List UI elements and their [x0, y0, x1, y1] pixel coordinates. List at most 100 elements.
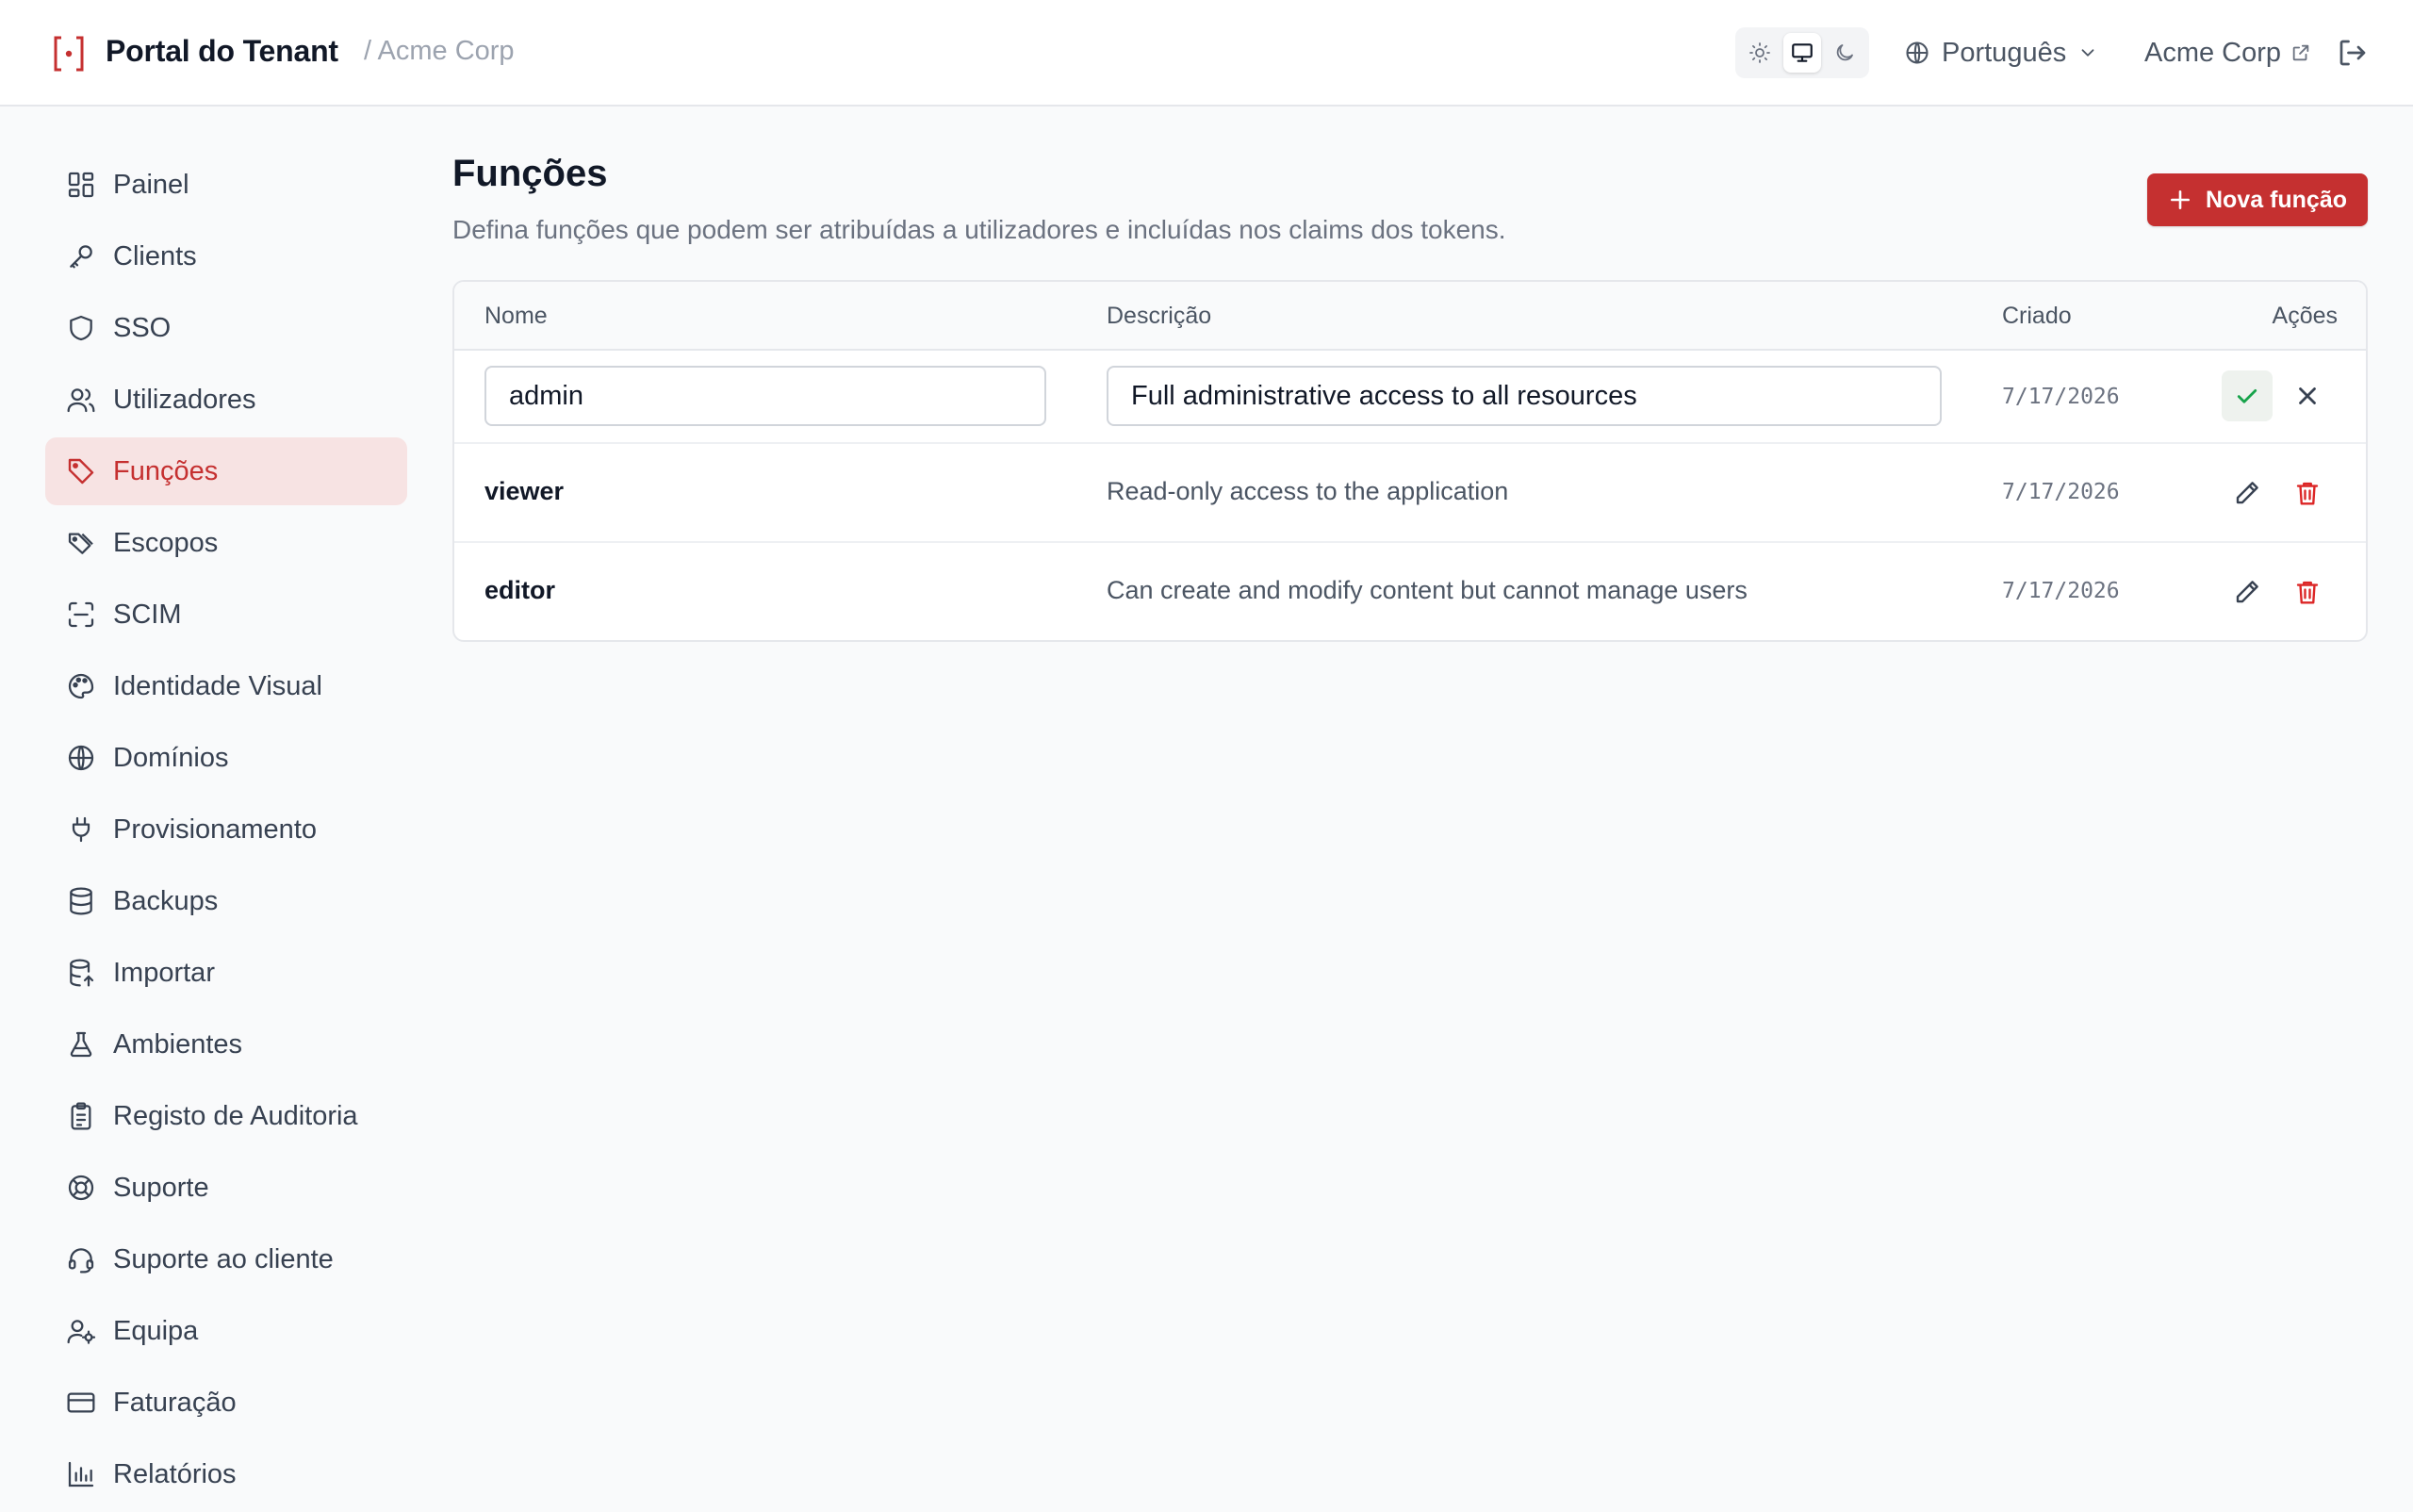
cancel-edit-button[interactable] [2282, 370, 2333, 421]
tags-icon [68, 533, 93, 554]
column-header-name: Nome [484, 303, 548, 329]
tag-icon [68, 458, 94, 485]
role-name-input[interactable] [484, 366, 1046, 426]
sidebar-item-label: Provisionamento [113, 814, 317, 845]
sidebar-item-suporte[interactable]: Suporte [45, 1154, 407, 1222]
new-role-button[interactable]: Nova função [2147, 173, 2368, 226]
database-icon [70, 887, 92, 915]
language-label: Português [1942, 37, 2067, 68]
monitor-icon [1792, 43, 1813, 62]
bar-chart-icon [68, 1461, 94, 1487]
key-icon [70, 245, 92, 269]
sidebar-item-label: Painel [113, 169, 189, 200]
user-cog-icon [67, 1320, 96, 1344]
delete-role-button[interactable] [2282, 567, 2333, 617]
sidebar-item-registo-de-auditoria[interactable]: Registo de Auditoria [45, 1082, 407, 1150]
theme-light-button[interactable] [1741, 33, 1779, 73]
created-date: 7/17/2026 [2002, 385, 2120, 409]
plug-icon [72, 816, 90, 843]
sidebar-item-label: Suporte ao cliente [113, 1243, 334, 1274]
sidebar-item-clients[interactable]: Clients [45, 222, 407, 290]
column-header-description: Descrição [1107, 303, 1212, 329]
sidebar-item-label: SSO [113, 312, 172, 343]
role-description: Can create and modify content but cannot… [1107, 576, 1748, 604]
sidebar-item-label: Suporte [113, 1172, 209, 1203]
trash-icon [2296, 482, 2319, 505]
column-header-actions: Ações [2272, 303, 2338, 329]
sidebar-item-label: Equipa [113, 1315, 199, 1346]
credit-card-icon [67, 1392, 95, 1413]
theme-system-button[interactable] [1783, 33, 1821, 73]
edit-role-button[interactable] [2222, 468, 2273, 518]
sidebar-item-label: Backups [113, 885, 219, 916]
role-name: viewer [484, 477, 565, 505]
sidebar-nav: Painel Clients SSO Utilizadores Funções … [45, 151, 407, 1512]
shield-icon [70, 315, 92, 341]
sidebar-item-label: Utilizadores [113, 384, 256, 415]
external-link-icon [2292, 44, 2309, 61]
table-row: viewer Read-only access to the applicati… [454, 444, 2366, 543]
sun-icon [1749, 42, 1770, 63]
pencil-icon [2236, 482, 2258, 504]
tenant-breadcrumb: / Acme Corp [364, 36, 515, 66]
sidebar-item-backups[interactable]: Backups [45, 867, 407, 935]
sidebar-item-label: Relatórios [113, 1458, 237, 1489]
sidebar-item-sso[interactable]: SSO [45, 294, 407, 362]
created-date: 7/17/2026 [2002, 579, 2120, 603]
moon-icon [1836, 44, 1853, 61]
roles-table: Nome Descrição Criado Ações 7/17/2026 vi… [452, 280, 2368, 642]
app-title: Portal do Tenant [106, 34, 338, 68]
flask-icon [70, 1031, 92, 1058]
sidebar-item-label: Clients [113, 240, 197, 271]
tenant-link-label: Acme Corp [2144, 37, 2282, 68]
new-role-label: Nova função [2205, 186, 2348, 213]
sidebar-item-importar[interactable]: Importar [45, 939, 407, 1007]
tenant-external-link[interactable]: Acme Corp [2144, 32, 2311, 74]
sidebar-item-label: SCIM [113, 599, 182, 630]
brand-logo-icon [54, 36, 84, 72]
sidebar-item-label: Faturação [113, 1387, 237, 1418]
sidebar-item-utilizadores[interactable]: Utilizadores [45, 366, 407, 434]
role-description: Read-only access to the application [1107, 477, 1509, 505]
sidebar-item-escopos[interactable]: Escopos [45, 509, 407, 577]
delete-role-button[interactable] [2282, 468, 2333, 518]
sidebar-item-label: Domínios [113, 742, 229, 773]
edit-role-button[interactable] [2222, 567, 2273, 617]
sidebar-item-label: Funções [113, 455, 219, 486]
sidebar-item-painel[interactable]: Painel [45, 151, 407, 219]
headset-icon [68, 1248, 94, 1274]
logout-icon[interactable] [2336, 36, 2370, 70]
palette-icon [68, 673, 94, 699]
language-selector[interactable]: Português [1904, 32, 2098, 74]
role-description-input[interactable] [1107, 366, 1942, 426]
globe-icon [1906, 41, 1929, 64]
sidebar-item-ambientes[interactable]: Ambientes [45, 1011, 407, 1078]
sidebar-item-provisionamento[interactable]: Provisionamento [45, 796, 407, 863]
created-date: 7/17/2026 [2002, 480, 2120, 504]
page-title: Funções [452, 153, 608, 194]
sidebar-item-funcoes[interactable]: Funções [45, 437, 407, 505]
sidebar-item-scim[interactable]: SCIM [45, 581, 407, 649]
sidebar-item-suporte-ao-cliente[interactable]: Suporte ao cliente [45, 1225, 407, 1293]
sidebar-item-relatorios[interactable]: Relatórios [45, 1440, 407, 1508]
sidebar-item-label: Ambientes [113, 1028, 243, 1060]
trash-icon [2296, 581, 2319, 604]
close-icon [2299, 387, 2316, 404]
check-icon [2237, 389, 2257, 403]
theme-toggle [1735, 27, 1869, 78]
sidebar-item-dominios[interactable]: Domínios [45, 724, 407, 792]
sidebar-item-label: Registo de Auditoria [113, 1100, 358, 1131]
save-edit-button[interactable] [2222, 370, 2273, 421]
column-header-created: Criado [2002, 303, 2072, 329]
top-header: Portal do Tenant / Acme Corp Português A… [0, 0, 2413, 107]
scan-icon [68, 601, 94, 628]
theme-dark-button[interactable] [1826, 33, 1863, 73]
sidebar-item-faturacao[interactable]: Faturação [45, 1369, 407, 1437]
lifebuoy-icon [68, 1175, 94, 1201]
sidebar-item-identidade-visual[interactable]: Identidade Visual [45, 652, 407, 720]
sidebar-item-label: Identidade Visual [113, 670, 322, 701]
clipboard-icon [71, 1102, 91, 1130]
role-name: editor [484, 576, 556, 604]
sidebar-item-equipa[interactable]: Equipa [45, 1297, 407, 1365]
chevron-down-icon [2081, 49, 2094, 57]
